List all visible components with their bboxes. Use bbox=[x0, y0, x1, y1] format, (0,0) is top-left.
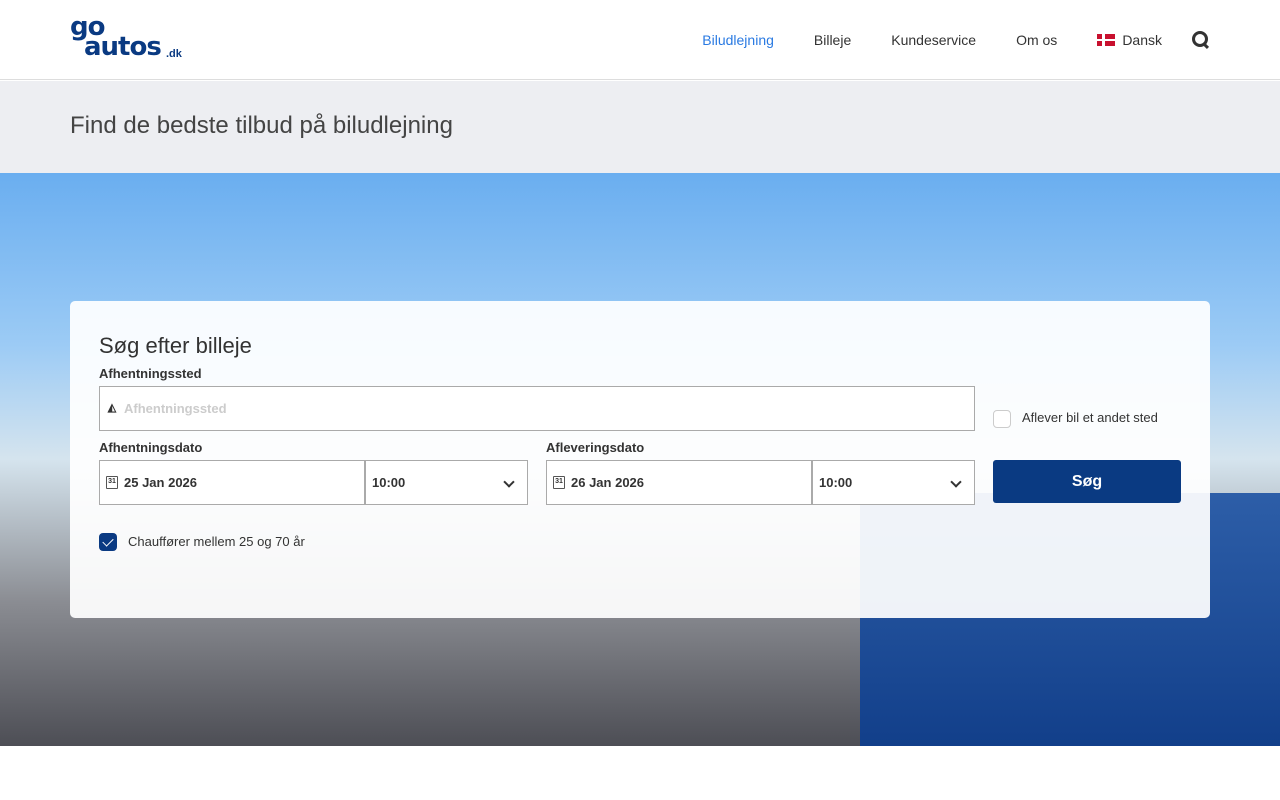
search-button[interactable]: Søg bbox=[993, 460, 1181, 503]
return-other-checkbox[interactable] bbox=[993, 410, 1011, 428]
pickup-date-label: Afhentningsdato bbox=[99, 440, 203, 455]
pickup-location-label: Afhentningssted bbox=[99, 366, 202, 381]
page-title: Find de bedste tilbud på biludlejning bbox=[70, 112, 453, 139]
search-panel: Søg efter billeje Afhentningssted ◭ Afle… bbox=[70, 301, 1210, 618]
return-date-label: Afleveringsdato bbox=[546, 440, 645, 455]
nav-billeje[interactable]: Billeje bbox=[814, 32, 851, 48]
pickup-time-select[interactable]: 10:00 bbox=[365, 460, 528, 505]
chevron-down-icon bbox=[503, 476, 515, 488]
nav-om-os[interactable]: Om os bbox=[1016, 32, 1057, 48]
return-time-select[interactable]: 10:00 bbox=[812, 460, 975, 505]
calendar-icon: 31 bbox=[106, 476, 118, 489]
pickup-location-input[interactable] bbox=[124, 401, 974, 416]
pickup-location-field[interactable]: ◭ bbox=[99, 386, 975, 431]
location-arrow-icon: ◭ bbox=[107, 402, 117, 414]
chevron-down-icon bbox=[950, 476, 962, 488]
return-date-value: 26 Jan 2026 bbox=[571, 475, 645, 490]
goautos-logo[interactable]: go autos .dk bbox=[70, 12, 185, 62]
pickup-date-field[interactable]: 31 25 Jan 2026 bbox=[99, 460, 365, 505]
site-header: go autos .dk Biludlejning Billeje Kundeser… bbox=[0, 0, 1280, 80]
driver-age-label: Chauffører mellem 25 og 70 år bbox=[128, 534, 305, 549]
pickup-date-value: 25 Jan 2026 bbox=[124, 475, 198, 490]
nav-biludlejning[interactable]: Biludlejning bbox=[702, 32, 774, 48]
search-icon[interactable] bbox=[1192, 31, 1210, 49]
language-label: Dansk bbox=[1122, 32, 1162, 48]
driver-age-checkbox[interactable] bbox=[99, 533, 117, 551]
calendar-icon: 31 bbox=[553, 476, 565, 489]
search-title: Søg efter billeje bbox=[99, 333, 252, 358]
danish-flag-icon bbox=[1097, 34, 1116, 46]
language-selector[interactable]: Dansk bbox=[1097, 32, 1162, 48]
page-banner: Find de bedste tilbud på biludlejning bbox=[0, 81, 1280, 173]
main-nav: Biludlejning Billeje Kundeservice Om os … bbox=[662, 0, 1210, 80]
pickup-time-value: 10:00 bbox=[372, 475, 406, 490]
nav-kundeservice[interactable]: Kundeservice bbox=[891, 32, 976, 48]
return-date-field[interactable]: 31 26 Jan 2026 bbox=[546, 460, 812, 505]
return-other-label: Aflever bil et andet sted bbox=[1022, 410, 1158, 425]
return-time-value: 10:00 bbox=[819, 475, 853, 490]
